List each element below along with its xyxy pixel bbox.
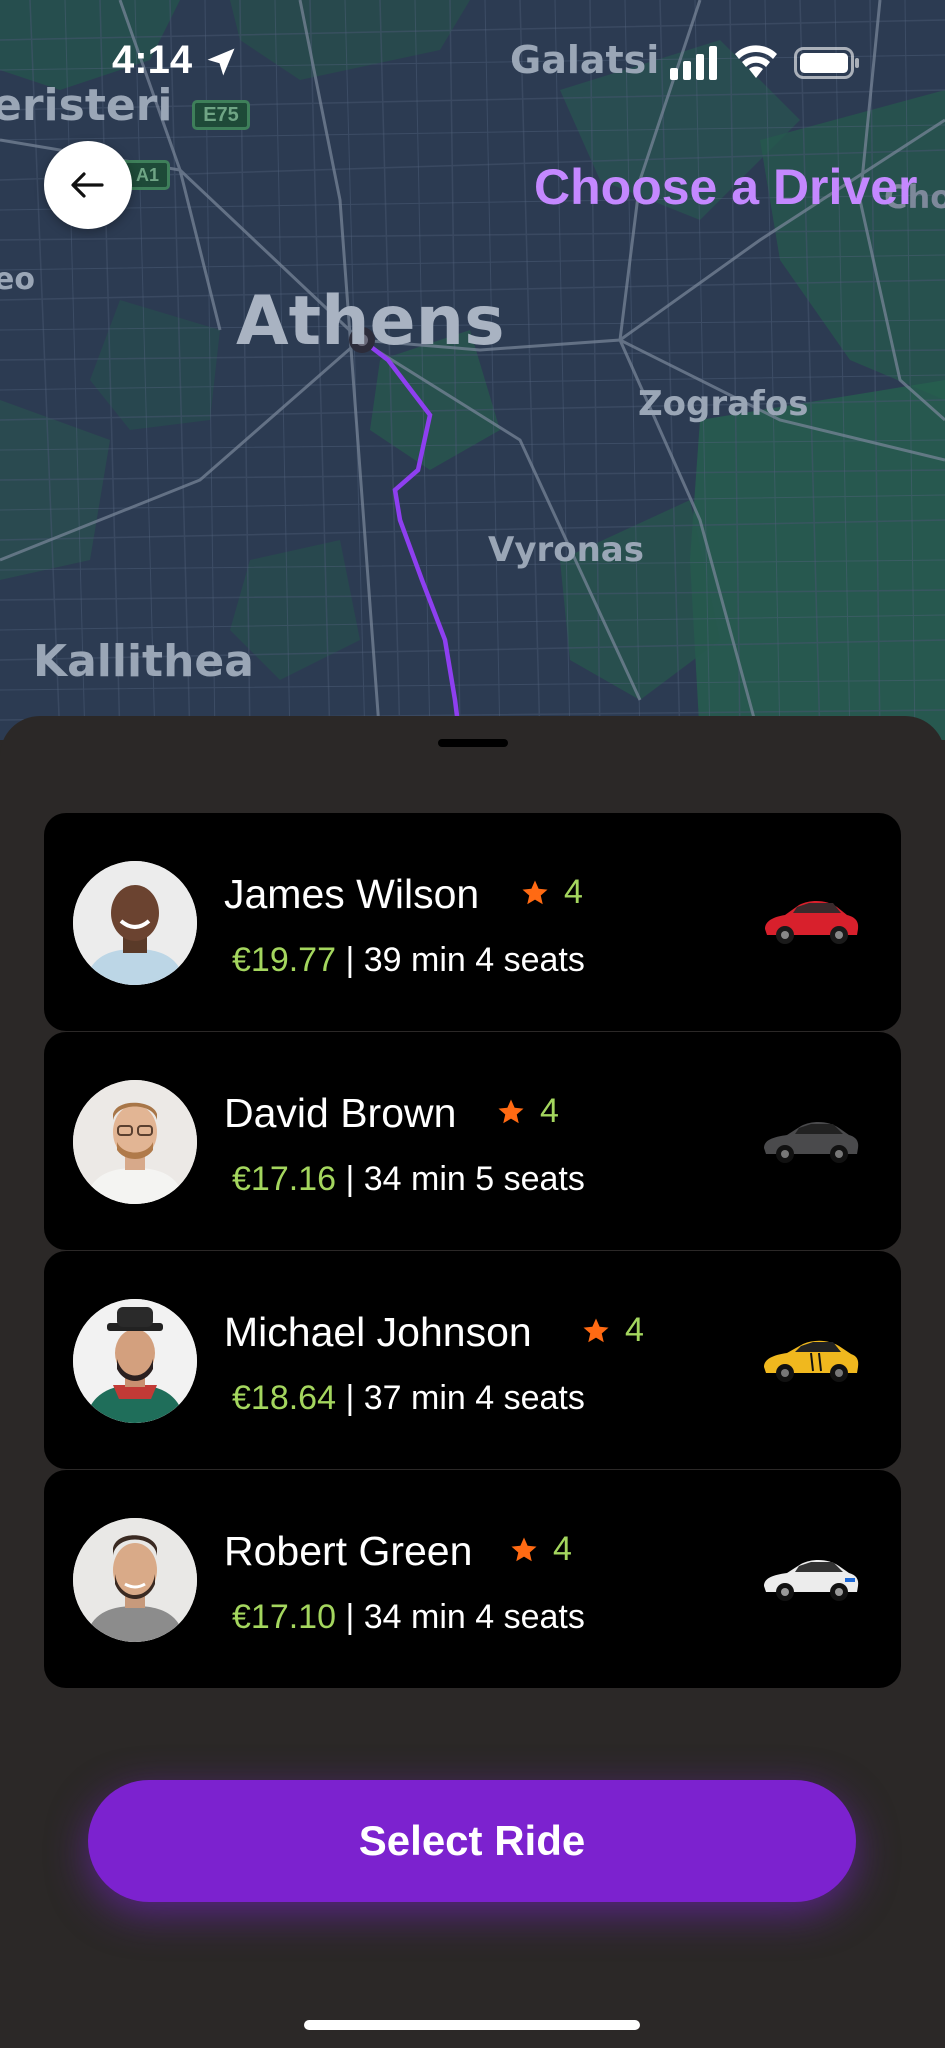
ride-info: €17.10 | 34 min 4 seats bbox=[232, 1598, 585, 1637]
ride-price: €18.64 bbox=[232, 1379, 336, 1417]
driver-name: David Brown bbox=[224, 1090, 457, 1136]
driver-avatar bbox=[73, 1299, 197, 1423]
ride-info: €17.16 | 34 min 5 seats bbox=[232, 1160, 585, 1199]
map-label-zografos: Zografos bbox=[638, 384, 809, 424]
driver-avatar bbox=[73, 1518, 197, 1642]
map-label-peristeri: eristeri bbox=[0, 80, 173, 131]
car-icon bbox=[764, 1340, 859, 1382]
map-label-kallithea: Kallithea bbox=[33, 636, 254, 687]
star-icon bbox=[522, 880, 548, 904]
ride-price: €17.16 bbox=[232, 1160, 336, 1198]
driver-avatar bbox=[73, 861, 197, 985]
ride-details: | 34 min 5 seats bbox=[345, 1160, 585, 1198]
ride-info: €18.64 | 37 min 4 seats bbox=[232, 1379, 585, 1418]
rating-value: 4 bbox=[625, 1311, 644, 1349]
driver-name: Robert Green bbox=[224, 1528, 473, 1574]
page-title: Choose a Driver bbox=[534, 159, 918, 215]
rating-value: 4 bbox=[540, 1092, 559, 1130]
rating-value: 4 bbox=[564, 873, 583, 911]
star-icon bbox=[498, 1099, 524, 1123]
rating-value: 4 bbox=[553, 1530, 572, 1568]
cellular-signal-icon bbox=[670, 46, 717, 80]
battery-icon bbox=[794, 47, 859, 79]
route-map[interactable]: eristeri Galatsi Athens Zografos Vyronas… bbox=[0, 0, 945, 740]
map-label-athens: Athens bbox=[236, 282, 505, 361]
driver-rating: 4 bbox=[581, 1311, 644, 1350]
ride-info: €19.77 | 39 min 4 seats bbox=[232, 941, 585, 980]
driver-card-robert-green[interactable]: Robert Green 4 €17.10 | 34 min 4 seats bbox=[44, 1470, 901, 1688]
ride-details: | 39 min 4 seats bbox=[345, 941, 585, 979]
ride-details: | 34 min 4 seats bbox=[345, 1598, 585, 1636]
select-ride-button[interactable]: Select Ride bbox=[88, 1780, 856, 1902]
road-shield-e75: E75 bbox=[192, 100, 250, 130]
driver-rating: 4 bbox=[520, 873, 583, 912]
map-label-galatsi: Galatsi bbox=[510, 38, 660, 82]
driver-rating: 4 bbox=[509, 1530, 572, 1569]
driver-name: Michael Johnson bbox=[224, 1309, 532, 1355]
car-icon bbox=[765, 901, 859, 944]
driver-rating: 4 bbox=[496, 1092, 559, 1131]
arrow-left-icon bbox=[71, 172, 104, 198]
ride-price: €19.77 bbox=[232, 941, 336, 979]
driver-card-michael-johnson[interactable]: Michael Johnson 4 €18.64 | 37 min 4 seat… bbox=[44, 1251, 901, 1469]
ride-price: €17.10 bbox=[232, 1598, 336, 1636]
status-time: 4:14 bbox=[112, 38, 193, 82]
map-label-edge-left: eo bbox=[0, 262, 35, 297]
map-label-vyronas: Vyronas bbox=[488, 530, 644, 570]
driver-name: James Wilson bbox=[224, 871, 480, 917]
sheet-grabber[interactable] bbox=[438, 739, 508, 747]
back-button[interactable] bbox=[44, 141, 132, 229]
star-icon bbox=[583, 1318, 609, 1342]
home-indicator[interactable] bbox=[304, 2020, 640, 2030]
car-icon bbox=[764, 1560, 859, 1601]
location-arrow-icon bbox=[207, 48, 235, 76]
driver-avatar bbox=[73, 1080, 197, 1204]
driver-card-james-wilson[interactable]: James Wilson 4 €19.77 | 39 min 4 seats bbox=[44, 813, 901, 1031]
car-icon bbox=[764, 1122, 859, 1163]
star-icon bbox=[511, 1537, 537, 1561]
driver-card-david-brown[interactable]: David Brown 4 €17.16 | 34 min 5 seats bbox=[44, 1032, 901, 1250]
ride-details: | 37 min 4 seats bbox=[345, 1379, 585, 1417]
wifi-icon bbox=[735, 45, 777, 78]
